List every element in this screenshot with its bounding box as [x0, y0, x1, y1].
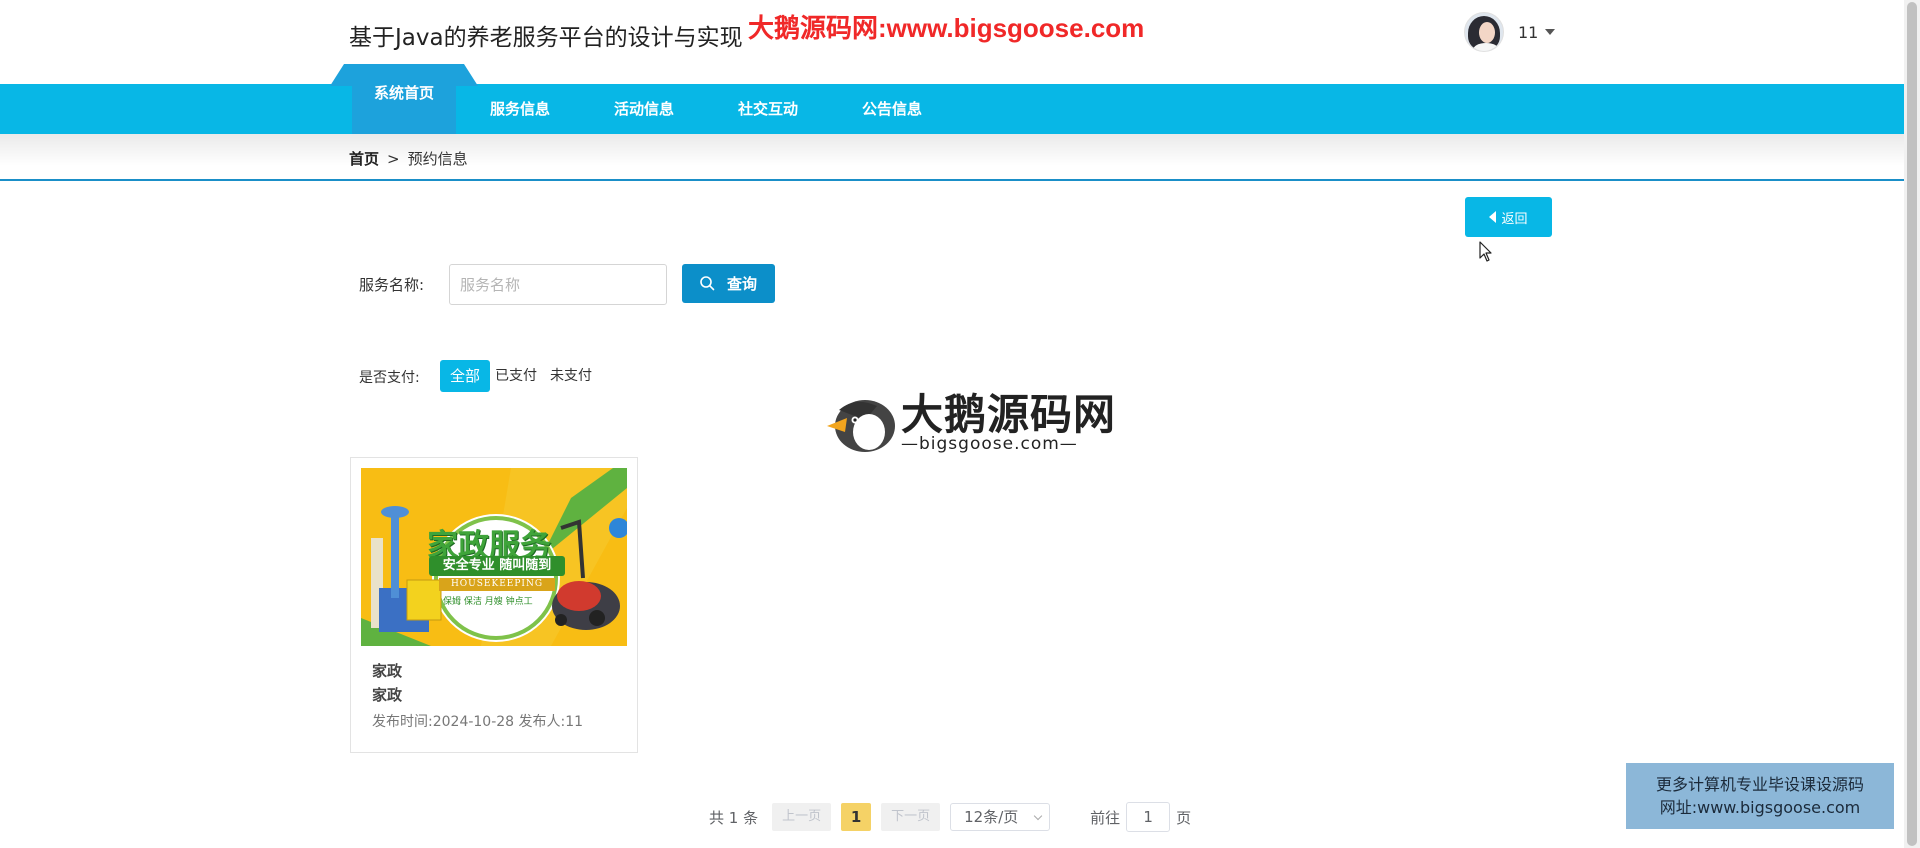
back-button-label: 返回: [1501, 211, 1528, 227]
page-jump-input[interactable]: [1126, 802, 1171, 832]
service-card[interactable]: 家政服务 安全专业 随叫随到 HOUSEKEEPING 保姆 保洁 月嫂 钟点工…: [350, 457, 638, 753]
promo-line-2: 网址:www.bigsgoose.com: [1659, 798, 1861, 817]
card-image[interactable]: 家政服务 安全专业 随叫随到 HOUSEKEEPING 保姆 保洁 月嫂 钟点工: [361, 468, 627, 646]
nav-item-home[interactable]: 系统首页: [352, 64, 456, 134]
pay-filter-paid[interactable]: 已支付: [495, 360, 537, 392]
username[interactable]: 11: [1518, 23, 1538, 42]
logo-watermark: 大鹅源码网 —bigsgoose.com—: [825, 392, 1115, 454]
search-icon: [700, 276, 715, 291]
logo-watermark-cn: 大鹅源码网: [901, 390, 1117, 439]
jump-suffix: 页: [1176, 808, 1192, 827]
search-button-label: 查询: [726, 275, 757, 293]
caret-down-icon[interactable]: [1545, 29, 1556, 35]
prev-page-button[interactable]: 上一页: [772, 803, 832, 831]
search-button[interactable]: 查询: [682, 264, 775, 303]
promo-line-1: 更多计算机专业毕设课设源码: [1655, 775, 1864, 794]
site-title: 基于Java的养老服务平台的设计与实现: [349, 25, 743, 51]
next-page-button[interactable]: 下一页: [881, 803, 941, 831]
jump-prefix: 前往: [1090, 808, 1121, 827]
card-image-en: HOUSEKEEPING: [439, 578, 555, 591]
watermark-text: 大鹅源码网:www.bigsgoose.com: [748, 13, 1145, 43]
pagination: 共 1 条 上一页 1 下一页 12条/页 前往 页: [709, 802, 1191, 832]
page-number-current[interactable]: 1: [841, 803, 872, 831]
search-label: 服务名称:: [359, 276, 425, 294]
nav-item-activities[interactable]: 活动信息: [614, 84, 674, 134]
user-menu[interactable]: 11: [1464, 11, 1556, 53]
pagination-total: 共 1 条: [709, 808, 759, 827]
avatar[interactable]: [1464, 12, 1504, 52]
back-arrow-icon: [1489, 211, 1497, 223]
service-name-input[interactable]: [449, 264, 667, 305]
logo-watermark-en: —bigsgoose.com—: [901, 434, 1078, 454]
breadcrumb-bar: [0, 134, 1904, 181]
card-image-services: 保姆 保洁 月嫂 钟点工: [443, 597, 533, 607]
breadcrumb: 首页 > 预约信息: [349, 148, 468, 169]
nav-item-notices[interactable]: 公告信息: [862, 84, 922, 134]
vertical-scrollbar[interactable]: [1904, 0, 1920, 848]
mouse-cursor-icon: [1479, 241, 1492, 262]
goose-logo-icon: [827, 400, 895, 452]
card-title[interactable]: 家政: [372, 660, 402, 681]
promo-box: 更多计算机专业毕设课设源码 网址:www.bigsgoose.com: [1626, 763, 1894, 829]
back-button[interactable]: 返回: [1465, 197, 1552, 237]
card-meta: 发布时间:2024-10-28 发布人:11: [372, 714, 584, 730]
breadcrumb-separator: >: [387, 150, 400, 168]
nav-item-social[interactable]: 社交互动: [738, 84, 798, 134]
navbar: [0, 84, 1904, 134]
pay-filter-all[interactable]: 全部: [440, 360, 491, 392]
pay-filter-unpaid[interactable]: 未支付: [550, 360, 592, 392]
nav-item-services[interactable]: 服务信息: [490, 84, 550, 134]
card-subtitle: 家政: [372, 686, 403, 704]
card-image-tagline: 安全专业 随叫随到: [429, 556, 565, 576]
breadcrumb-home[interactable]: 首页: [349, 150, 379, 168]
page-size-select[interactable]: 12条/页: [950, 803, 1051, 831]
scrollbar-thumb[interactable]: [1907, 2, 1917, 846]
breadcrumb-current: 预约信息: [407, 150, 468, 168]
pay-filter-label: 是否支付:: [359, 370, 420, 386]
